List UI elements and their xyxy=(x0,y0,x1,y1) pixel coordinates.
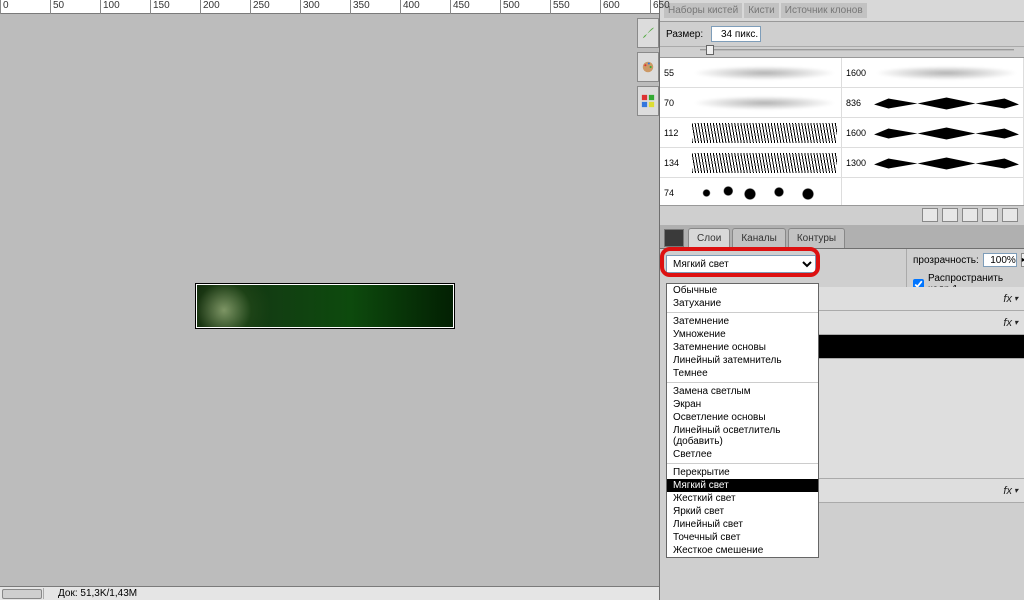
blend-mode-option[interactable]: Темнее xyxy=(667,367,818,380)
layer-list[interactable]: fx▾ fx▾ fx▾ xyxy=(815,287,1024,503)
brush-panel-footer xyxy=(660,205,1024,223)
blend-mode-option[interactable]: Затемнение основы xyxy=(667,341,818,354)
panel-btn-2[interactable] xyxy=(942,208,958,222)
blend-mode-option[interactable]: Затемнение xyxy=(667,315,818,328)
blend-mode-option[interactable]: Точечный свет xyxy=(667,531,818,544)
layer-row-selected[interactable] xyxy=(815,335,1024,359)
ruler-tick: 150 xyxy=(150,0,170,14)
ruler-tick: 200 xyxy=(200,0,220,14)
ruler-tick: 550 xyxy=(550,0,570,14)
layer-row[interactable] xyxy=(815,359,1024,479)
palette-icon[interactable] xyxy=(637,52,659,82)
brush-size-slider[interactable] xyxy=(660,47,1024,57)
blend-mode-option[interactable]: Мягкий свет xyxy=(667,479,818,492)
ruler-tick: 100 xyxy=(100,0,120,14)
layer-row[interactable]: fx▾ xyxy=(815,287,1024,311)
ruler-tick: 50 xyxy=(50,0,64,14)
brush-preset[interactable]: 1300 xyxy=(842,148,1024,178)
blend-mode-option[interactable]: Осветление основы xyxy=(667,411,818,424)
brush-preset[interactable]: 1600 xyxy=(842,58,1024,88)
tab-channels[interactable]: Каналы xyxy=(732,228,786,248)
brush-panel: Наборы кистей Кисти Источник клонов Разм… xyxy=(660,0,1024,223)
ruler-tick: 350 xyxy=(350,0,370,14)
tab-paths[interactable]: Контуры xyxy=(788,228,845,248)
blend-mode-option[interactable]: Замена светлым xyxy=(667,385,818,398)
ruler-tick: 500 xyxy=(500,0,520,14)
trash-icon[interactable] xyxy=(1002,208,1018,222)
layer-row[interactable]: fx▾ xyxy=(815,479,1024,503)
tab-layers[interactable]: Слои xyxy=(688,228,730,248)
hscroll-thumb[interactable] xyxy=(2,589,42,599)
opacity-label: прозрачность: xyxy=(913,255,979,266)
canvas-background[interactable] xyxy=(0,14,659,586)
blend-mode-option[interactable]: Перекрытие xyxy=(667,466,818,479)
brush-preset-grid[interactable]: 551600708361121600134130074 xyxy=(660,57,1024,205)
canvas-area[interactable]: 050100150200250300350400450500550600650 … xyxy=(0,0,659,600)
blend-mode-dropdown[interactable]: ОбычныеЗатухание ЗатемнениеУмножениеЗатем… xyxy=(666,283,819,558)
brush-preset[interactable]: 55 xyxy=(660,58,842,88)
blend-mode-option[interactable]: Яркий свет xyxy=(667,505,818,518)
brush-preset[interactable]: 70 xyxy=(660,88,842,118)
brush-icon[interactable] xyxy=(637,18,659,48)
layers-panel: Слои Каналы Контуры Мягкий свет ОбычныеЗ… xyxy=(660,225,1024,600)
blend-mode-option[interactable]: Жесткое смешение xyxy=(667,544,818,557)
blend-mode-option[interactable]: Умножение xyxy=(667,328,818,341)
opacity-input[interactable] xyxy=(983,253,1017,267)
brush-preset[interactable] xyxy=(842,178,1024,205)
blend-mode-option[interactable]: Обычные xyxy=(667,284,818,297)
panel-btn-4[interactable] xyxy=(982,208,998,222)
right-panels: Наборы кистей Кисти Источник клонов Разм… xyxy=(659,0,1024,600)
ruler-tick: 650 xyxy=(650,0,670,14)
layers-tabs: Слои Каналы Контуры xyxy=(660,225,1024,249)
blend-mode-select[interactable]: Мягкий свет xyxy=(666,255,816,273)
status-bar: 0% Док: 51,3K/1,43M xyxy=(0,586,659,600)
blend-mode-option[interactable]: Светлее xyxy=(667,448,818,461)
brush-panel-tabs[interactable]: Наборы кистей Кисти Источник клонов xyxy=(664,3,867,18)
brush-preset[interactable]: 74 xyxy=(660,178,842,205)
ruler-tick: 250 xyxy=(250,0,270,14)
brush-preset[interactable]: 836 xyxy=(842,88,1024,118)
blend-mode-option[interactable]: Линейный осветлитель (добавить) xyxy=(667,424,818,448)
doc-size-info: Док: 51,3K/1,43M xyxy=(44,588,137,599)
ruler-tick: 600 xyxy=(600,0,620,14)
brush-size-input[interactable] xyxy=(711,26,761,42)
layer-row[interactable]: fx▾ xyxy=(815,311,1024,335)
blend-mode-option[interactable]: Линейный затемнитель xyxy=(667,354,818,367)
brush-preset[interactable]: 1600 xyxy=(842,118,1024,148)
document-image[interactable] xyxy=(196,284,454,328)
panel-icon-column xyxy=(637,18,659,120)
ruler-horizontal: 050100150200250300350400450500550600650 xyxy=(0,0,659,14)
swatches-icon[interactable] xyxy=(637,86,659,116)
blend-mode-option[interactable]: Затухание xyxy=(667,297,818,310)
panel-btn-3[interactable] xyxy=(962,208,978,222)
ruler-tick: 400 xyxy=(400,0,420,14)
blend-mode-option[interactable]: Жесткий свет xyxy=(667,492,818,505)
blend-mode-option[interactable]: Линейный свет xyxy=(667,518,818,531)
brush-size-label: Размер: xyxy=(666,29,703,40)
panel-btn-1[interactable] xyxy=(922,208,938,222)
ruler-tick: 300 xyxy=(300,0,320,14)
brush-preset[interactable]: 134 xyxy=(660,148,842,178)
brush-preset[interactable]: 112 xyxy=(660,118,842,148)
ruler-tick: 0 xyxy=(0,0,9,14)
blend-mode-option[interactable]: Экран xyxy=(667,398,818,411)
ruler-tick: 450 xyxy=(450,0,470,14)
